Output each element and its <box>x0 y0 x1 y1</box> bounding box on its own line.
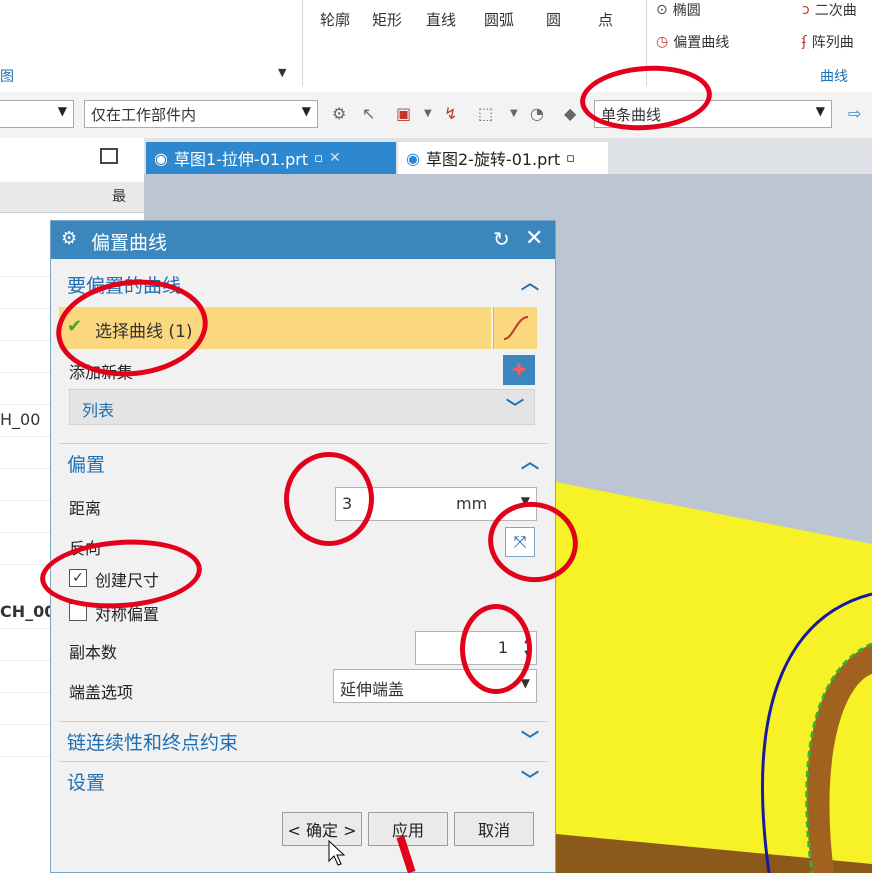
ribbon-rectangle-button[interactable]: 矩形 <box>372 9 402 30</box>
selection-mode-icon[interactable]: ↯ <box>444 104 457 123</box>
section-title: 偏置 <box>67 454 106 476</box>
part-file-icon: ◉ <box>406 148 420 168</box>
modified-icon: ▫ <box>314 150 323 166</box>
ribbon-offset-curve-button[interactable]: ◷ 偏置曲线 <box>656 32 729 52</box>
navigator-header: 最 <box>0 182 144 213</box>
snap-icon[interactable]: ⚙ <box>332 104 346 123</box>
lasso-icon[interactable]: ⬚ <box>478 104 493 123</box>
chevron-down-icon[interactable]: ﹀ <box>521 766 539 792</box>
ribbon-separator <box>302 0 303 86</box>
tab-sketch1-extrude[interactable]: ◉ 草图1-拉伸-01.prt ▫ ✕ <box>146 142 396 174</box>
chevron-down-icon: ▼ <box>815 104 825 118</box>
dialog-title-bar[interactable]: ⚙ 偏置曲线 ↻ ✕ <box>51 221 555 259</box>
part-file-icon: ◉ <box>154 148 168 168</box>
apply-button[interactable]: 应用 <box>368 812 448 846</box>
document-tabs: ◉ 草图1-拉伸-01.prt ▫ ✕ ◉ 草图2-旋转-01.prt ▫ <box>144 138 872 174</box>
mouse-cursor <box>328 840 346 866</box>
section-chain-header[interactable]: 链连续性和终点约束 ﹀ <box>59 721 547 760</box>
distance-label: 距离 <box>69 499 102 518</box>
cancel-button-label: 取消 <box>477 821 510 840</box>
ribbon-arc-button[interactable]: 圆弧 <box>484 9 514 30</box>
conic-icon: ↄ <box>802 2 810 18</box>
cap-options-label: 端盖选项 <box>69 683 134 702</box>
ribbon-pattern-curve-label: 阵列曲 <box>811 35 854 51</box>
navigator-column-label: 最 <box>112 189 126 205</box>
ellipse-icon: ⊙ <box>656 2 668 18</box>
tab-label: 草图1-拉伸-01.prt <box>173 150 309 169</box>
ribbon-ellipse-label: 椭圆 <box>672 3 701 19</box>
scope-filter-select[interactable]: 仅在工作部件内 ▼ <box>84 100 318 128</box>
chevron-down-icon[interactable]: ﹀ <box>506 394 524 420</box>
ribbon: 轮廓 矩形 直线 圆弧 圆 点 ⊙ 椭圆 ◷ 偏置曲线 ↄ 二次曲 ʄ 阵列曲 … <box>0 0 872 93</box>
section-title: 设置 <box>67 772 106 794</box>
offset-curve-icon: ◷ <box>656 34 669 50</box>
list-label: 列表 <box>82 401 115 420</box>
ribbon-line-button[interactable]: 直线 <box>426 9 456 30</box>
ribbon-contour-button[interactable]: 轮廓 <box>320 9 350 30</box>
ribbon-pattern-curve-button[interactable]: ʄ 阵列曲 <box>802 32 854 52</box>
chevron-down-icon: ▼ <box>301 104 311 118</box>
annotation-circle-copies <box>460 604 532 694</box>
tab-sketch2-revolve[interactable]: ◉ 草图2-旋转-01.prt ▫ <box>398 142 608 174</box>
pattern-curve-icon: ʄ <box>802 34 807 50</box>
chevron-down-icon[interactable]: ▼ <box>510 108 518 119</box>
navigator-item-label: CH_00 <box>0 602 56 621</box>
section-title: 链连续性和终点约束 <box>67 732 239 754</box>
chevron-up-icon[interactable]: ︿ <box>521 448 539 474</box>
ribbon-ellipse-button[interactable]: ⊙ 椭圆 <box>656 0 701 20</box>
ribbon-circle-button[interactable]: 圆 <box>546 9 561 30</box>
curve-select-button[interactable] <box>493 307 537 349</box>
cap-options-value: 延伸端盖 <box>340 680 405 699</box>
chevron-down-icon[interactable]: ﹀ <box>521 726 539 752</box>
maximize-icon[interactable] <box>100 148 118 164</box>
cancel-button[interactable]: 取消 <box>454 812 534 846</box>
dialog-title: 偏置曲线 <box>91 232 168 254</box>
selection-toolbar: ▼ 仅在工作部件内 ▼ ⚙ ↖ ▣ ▼ ↯ ⬚ ▼ ◔ ◆ 单条曲线 ▼ ⇨ <box>0 92 872 139</box>
list-panel[interactable]: 列表 ﹀ <box>69 389 535 425</box>
copies-label: 副本数 <box>69 643 118 662</box>
ribbon-group-label-curve: 曲线 <box>820 69 848 85</box>
ribbon-conic-label: 二次曲 <box>814 3 857 19</box>
add-new-set-button[interactable]: ✚ <box>503 355 535 385</box>
chevron-up-icon[interactable]: ︿ <box>521 269 539 295</box>
distance-unit: mm <box>456 494 488 513</box>
select-arrow-icon[interactable]: ↖ <box>362 104 375 123</box>
annotation-circle-distance <box>284 452 374 546</box>
select-box-icon[interactable]: ▣ <box>396 104 411 123</box>
type-filter-select[interactable]: ▼ <box>0 100 74 128</box>
ok-button[interactable]: < 确定 > <box>282 812 362 846</box>
reset-icon[interactable]: ↻ <box>493 227 510 251</box>
close-icon[interactable]: ✕ <box>525 226 543 251</box>
modified-icon: ▫ <box>566 150 575 166</box>
close-icon[interactable]: ✕ <box>329 150 341 166</box>
chevron-down-icon[interactable]: ▼ <box>424 108 432 119</box>
scope-filter-value: 仅在工作部件内 <box>91 106 197 124</box>
ribbon-offset-curve-label: 偏置曲线 <box>673 35 730 51</box>
gear-icon: ⚙ <box>61 228 78 249</box>
navigator-item-label: H_00 <box>0 410 41 429</box>
ribbon-group-label-left: 图 <box>0 69 14 85</box>
curve-icon <box>503 316 529 340</box>
chevron-down-icon: ▼ <box>57 104 67 118</box>
section-settings-header[interactable]: 设置 ﹀ <box>59 761 547 800</box>
curve-rule-icon[interactable]: ◆ <box>564 104 576 123</box>
tab-label: 草图2-旋转-01.prt <box>425 150 561 169</box>
arrow-right-icon[interactable]: ⇨ <box>848 104 861 123</box>
ribbon-more-dropdown[interactable]: ▼ <box>278 66 286 79</box>
add-plus-icon: ✚ <box>512 360 526 379</box>
ok-button-label: < 确定 > <box>287 821 357 840</box>
view-icon[interactable]: ◔ <box>530 104 544 123</box>
ribbon-point-button[interactable]: 点 <box>598 9 613 30</box>
ribbon-conic-button[interactable]: ↄ 二次曲 <box>802 0 857 20</box>
